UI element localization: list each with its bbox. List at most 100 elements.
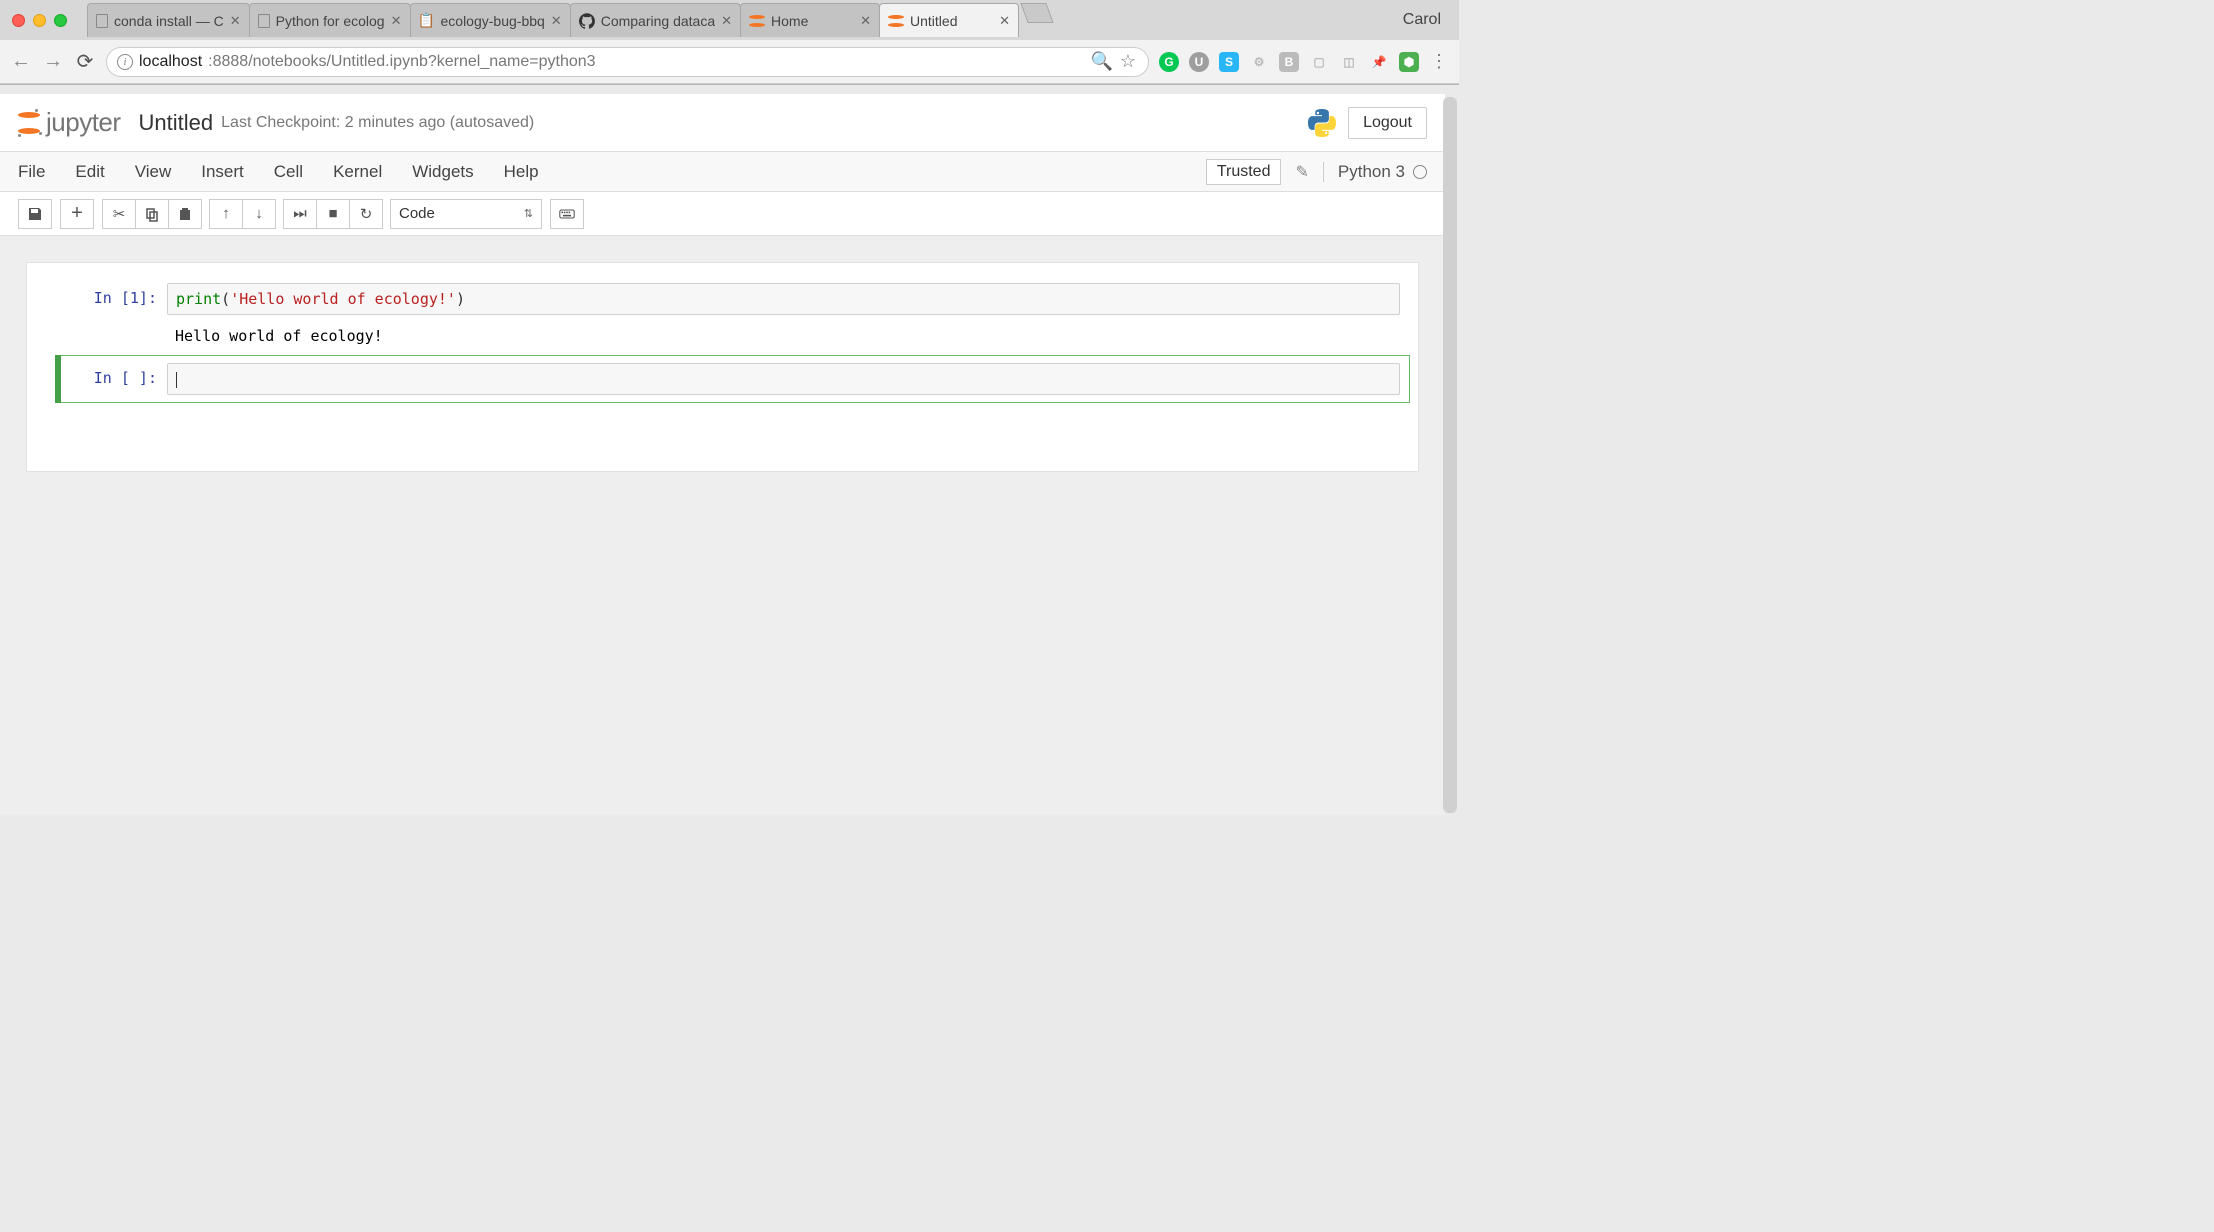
url-path: :8888/notebooks/Untitled.ipynb?kernel_na… xyxy=(208,53,595,71)
code-identifier: print xyxy=(176,290,221,308)
menu-edit[interactable]: Edit xyxy=(75,162,104,182)
browser-tab[interactable]: Python for ecolog ✕ xyxy=(249,3,411,37)
notebook: In [1]: print('Hello world of ecology!')… xyxy=(26,262,1419,472)
tab-title: Comparing dataca xyxy=(601,13,715,29)
new-tab-button[interactable] xyxy=(1020,3,1053,23)
title-bar: conda install — C ✕ Python for ecolog ✕ … xyxy=(0,0,1459,40)
extension-icon[interactable]: ◫ xyxy=(1339,52,1359,72)
close-tab-icon[interactable]: ✕ xyxy=(999,13,1010,29)
close-tab-icon[interactable]: ✕ xyxy=(860,13,871,29)
minimize-window-button[interactable] xyxy=(33,14,46,27)
run-button[interactable]: ⏭ xyxy=(283,199,317,229)
code-cell-selected[interactable]: In [ ]: xyxy=(27,355,1418,403)
tab-title: ecology-bug-bbq xyxy=(441,13,545,29)
menu-cell[interactable]: Cell xyxy=(274,162,303,182)
interrupt-button[interactable]: ■ xyxy=(316,199,350,229)
notebook-title[interactable]: Untitled xyxy=(139,110,214,136)
menu-view[interactable]: View xyxy=(135,162,172,182)
menu-widgets[interactable]: Widgets xyxy=(412,162,473,182)
github-icon xyxy=(579,13,595,29)
close-tab-icon[interactable]: ✕ xyxy=(551,13,562,29)
code-input[interactable] xyxy=(167,363,1400,395)
kernel-indicator[interactable]: Python 3 xyxy=(1323,162,1427,182)
paste-button[interactable] xyxy=(168,199,202,229)
clipboard-icon: 📋 xyxy=(419,13,435,29)
scrollbar[interactable] xyxy=(1443,97,1457,813)
trusted-badge[interactable]: Trusted xyxy=(1206,159,1282,185)
cell-type-select[interactable]: Code ⇅ xyxy=(390,199,542,229)
address-bar: ← → ⟳ i localhost :8888/notebooks/Untitle… xyxy=(0,40,1459,84)
forward-button[interactable]: → xyxy=(42,51,64,73)
code-cell[interactable]: In [1]: print('Hello world of ecology!') xyxy=(27,281,1418,317)
zoom-icon[interactable]: 🔍 xyxy=(1092,52,1112,72)
menu-help[interactable]: Help xyxy=(504,162,539,182)
tab-title: Untitled xyxy=(910,13,993,29)
pin-icon[interactable]: 📌 xyxy=(1369,52,1389,72)
menu-kernel[interactable]: Kernel xyxy=(333,162,382,182)
jupyter-logo-text: jupyter xyxy=(46,107,121,138)
close-tab-icon[interactable]: ✕ xyxy=(721,13,732,29)
file-icon xyxy=(258,14,270,28)
extension-icon[interactable]: B xyxy=(1279,52,1299,72)
code-paren: ( xyxy=(221,290,230,308)
browser-tab[interactable]: Home ✕ xyxy=(740,3,880,37)
browser-tab[interactable]: Comparing dataca ✕ xyxy=(570,3,741,37)
tab-title: Python for ecolog xyxy=(276,13,385,29)
browser-menu-icon[interactable]: ⋮ xyxy=(1429,52,1449,72)
close-tab-icon[interactable]: ✕ xyxy=(230,13,241,29)
cast-extension-icon[interactable]: ▢ xyxy=(1309,52,1329,72)
maximize-window-button[interactable] xyxy=(54,14,67,27)
menubar: File Edit View Insert Cell Kernel Widget… xyxy=(0,152,1445,192)
extension-icon[interactable]: U xyxy=(1189,52,1209,72)
tab-title: conda install — C xyxy=(114,13,224,29)
settings-extension-icon[interactable]: ⚙ xyxy=(1249,52,1269,72)
file-icon xyxy=(96,14,108,28)
cut-button[interactable]: ✂ xyxy=(102,199,136,229)
site-info-icon[interactable]: i xyxy=(117,54,133,70)
back-button[interactable]: ← xyxy=(10,51,32,73)
output-cell: Hello world of ecology! xyxy=(27,317,1418,355)
jupyter-icon xyxy=(888,13,904,29)
move-up-button[interactable]: ↑ xyxy=(209,199,243,229)
close-tab-icon[interactable]: ✕ xyxy=(391,13,402,29)
code-input[interactable]: print('Hello world of ecology!') xyxy=(167,283,1400,315)
command-palette-button[interactable] xyxy=(550,199,584,229)
restart-button[interactable]: ↻ xyxy=(349,199,383,229)
url-host: localhost xyxy=(139,53,202,71)
notebook-container: In [1]: print('Hello world of ecology!')… xyxy=(0,236,1445,498)
browser-tab-active[interactable]: Untitled ✕ xyxy=(879,3,1019,37)
text-cursor xyxy=(176,372,177,388)
bookmark-star-icon[interactable]: ☆ xyxy=(1118,52,1138,72)
output-prompt xyxy=(37,319,167,353)
close-window-button[interactable] xyxy=(12,14,25,27)
browser-tab[interactable]: 📋 ecology-bug-bbq ✕ xyxy=(410,3,571,37)
jupyter-icon xyxy=(749,13,765,29)
copy-button[interactable] xyxy=(135,199,169,229)
tab-title: Home xyxy=(771,13,854,29)
browser-tab[interactable]: conda install — C ✕ xyxy=(87,3,250,37)
menu-file[interactable]: File xyxy=(18,162,45,182)
cell-output: Hello world of ecology! xyxy=(167,319,1400,353)
cell-type-value: Code xyxy=(399,205,435,222)
jupyter-header: jupyter Untitled Last Checkpoint: 2 minu… xyxy=(0,94,1445,152)
browser-profile[interactable]: Carol xyxy=(1403,11,1441,29)
logout-button[interactable]: Logout xyxy=(1348,107,1427,139)
save-button[interactable] xyxy=(18,199,52,229)
extension-icons: G U S ⚙ B ▢ ◫ 📌 ⬢ ⋮ xyxy=(1159,52,1449,72)
checkpoint-text: Last Checkpoint: 2 minutes ago (autosave… xyxy=(221,114,534,132)
reload-button[interactable]: ⟳ xyxy=(74,51,96,73)
grammarly-extension-icon[interactable]: G xyxy=(1159,52,1179,72)
window-controls xyxy=(12,14,67,27)
menu-insert[interactable]: Insert xyxy=(201,162,244,182)
add-cell-button[interactable]: + xyxy=(60,199,94,229)
url-input[interactable]: i localhost :8888/notebooks/Untitled.ipyn… xyxy=(106,47,1149,77)
extension-icon[interactable]: ⬢ xyxy=(1399,52,1419,72)
extension-icon[interactable]: S xyxy=(1219,52,1239,72)
kernel-name: Python 3 xyxy=(1338,162,1405,182)
selection-bar xyxy=(55,355,61,403)
kernel-status-icon xyxy=(1413,165,1427,179)
edit-icon[interactable]: ✎ xyxy=(1295,162,1308,182)
move-down-button[interactable]: ↓ xyxy=(242,199,276,229)
jupyter-logo[interactable]: jupyter xyxy=(18,107,121,138)
page-content: jupyter Untitled Last Checkpoint: 2 minu… xyxy=(0,94,1445,815)
